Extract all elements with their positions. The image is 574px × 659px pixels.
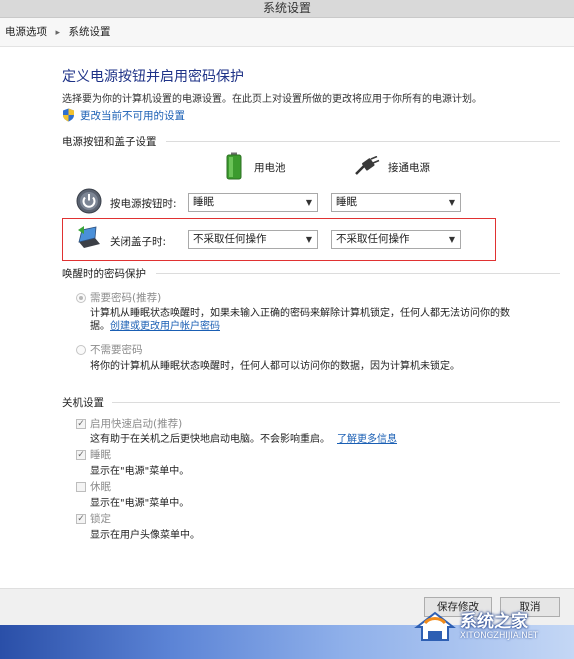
battery-icon — [226, 152, 242, 180]
lock-checkbox[interactable]: ✓ — [76, 514, 86, 524]
require-password-label: 需要密码(推荐) — [90, 292, 162, 304]
power-button-plugged-select[interactable]: 睡眠 ▼ — [331, 193, 461, 212]
power-button-icon — [76, 188, 102, 214]
change-unavailable-settings-link[interactable]: 更改当前不可用的设置 — [80, 108, 185, 123]
lock-description: 显示在用户头像菜单中。 — [90, 530, 200, 541]
watermark: 系统之家 XITONGZHIJIA.NET — [408, 605, 568, 657]
column-header-plugged-in: 接通电源 — [388, 162, 430, 174]
lid-close-battery-select[interactable]: 不采取任何操作 ▼ — [188, 230, 318, 249]
fast-startup-label: 启用快速启动(推荐) — [90, 418, 183, 430]
chevron-down-icon: ▼ — [305, 198, 312, 207]
power-plug-icon — [355, 156, 380, 175]
chevron-down-icon: ▼ — [448, 198, 455, 207]
watermark-brand: 系统之家 — [460, 612, 528, 632]
section-heading-power-buttons: 电源按钮和盖子设置 — [62, 136, 157, 148]
lid-close-plugged-select[interactable]: 不采取任何操作 ▼ — [331, 230, 461, 249]
chevron-down-icon: ▼ — [448, 235, 455, 244]
page-title: 定义电源按钮并启用密码保护 — [62, 69, 244, 85]
learn-more-link[interactable]: 了解更多信息 — [337, 430, 397, 445]
power-button-plugged-value: 睡眠 — [336, 196, 357, 208]
sleep-label: 睡眠 — [90, 449, 111, 461]
laptop-lid-icon — [78, 226, 100, 248]
require-password-description-cont: 据。 — [90, 321, 110, 332]
power-button-battery-value: 睡眠 — [193, 196, 214, 208]
hibernate-label: 休眠 — [90, 481, 111, 493]
hibernate-checkbox[interactable] — [76, 482, 86, 492]
section-divider — [166, 141, 560, 142]
require-password-radio[interactable] — [76, 293, 86, 303]
breadcrumb-item-system-settings[interactable]: 系统设置 — [69, 26, 111, 38]
sleep-description: 显示在"电源"菜单中。 — [90, 466, 190, 477]
no-password-description: 将你的计算机从睡眠状态唤醒时，任何人都可以访问你的数据，因为计算机未锁定。 — [90, 361, 460, 372]
power-button-battery-select[interactable]: 睡眠 ▼ — [188, 193, 318, 212]
section-heading-password: 唤醒时的密码保护 — [62, 268, 146, 280]
fast-startup-checkbox[interactable]: ✓ — [76, 419, 86, 429]
create-change-password-link[interactable]: 创建或更改用户帐户密码 — [110, 317, 220, 332]
lid-close-plugged-value: 不采取任何操作 — [336, 233, 410, 245]
section-heading-shutdown: 关机设置 — [62, 397, 104, 409]
breadcrumb-item-power-options[interactable]: 电源选项 — [5, 26, 47, 38]
lock-label: 锁定 — [90, 513, 111, 525]
breadcrumb-separator-icon: ▸ — [55, 28, 61, 38]
no-password-radio[interactable] — [76, 345, 86, 355]
column-header-battery: 用电池 — [254, 162, 286, 174]
chevron-down-icon: ▼ — [305, 235, 312, 244]
sleep-checkbox[interactable]: ✓ — [76, 450, 86, 460]
power-button-label: 按电源按钮时: — [110, 198, 177, 210]
breadcrumb: 电源选项 ▸ 系统设置 — [0, 18, 574, 47]
hibernate-description: 显示在"电源"菜单中。 — [90, 498, 190, 509]
uac-shield-icon — [63, 108, 74, 122]
lid-close-label: 关闭盖子时: — [110, 236, 167, 248]
lid-close-battery-value: 不采取任何操作 — [193, 233, 267, 245]
watermark-url: XITONGZHIJIA.NET — [460, 631, 539, 641]
window-title: 系统设置 — [0, 0, 574, 18]
house-logo-icon — [414, 611, 456, 641]
section-divider — [156, 273, 560, 274]
no-password-label: 不需要密码 — [90, 344, 143, 356]
page-description: 选择要为你的计算机设置的电源设置。在此页上对设置所做的更改将应用于你所有的电源计… — [62, 94, 482, 105]
fast-startup-description: 这有助于在关机之后更快地启动电脑。不会影响重启。 — [90, 434, 330, 445]
section-divider — [112, 402, 560, 403]
